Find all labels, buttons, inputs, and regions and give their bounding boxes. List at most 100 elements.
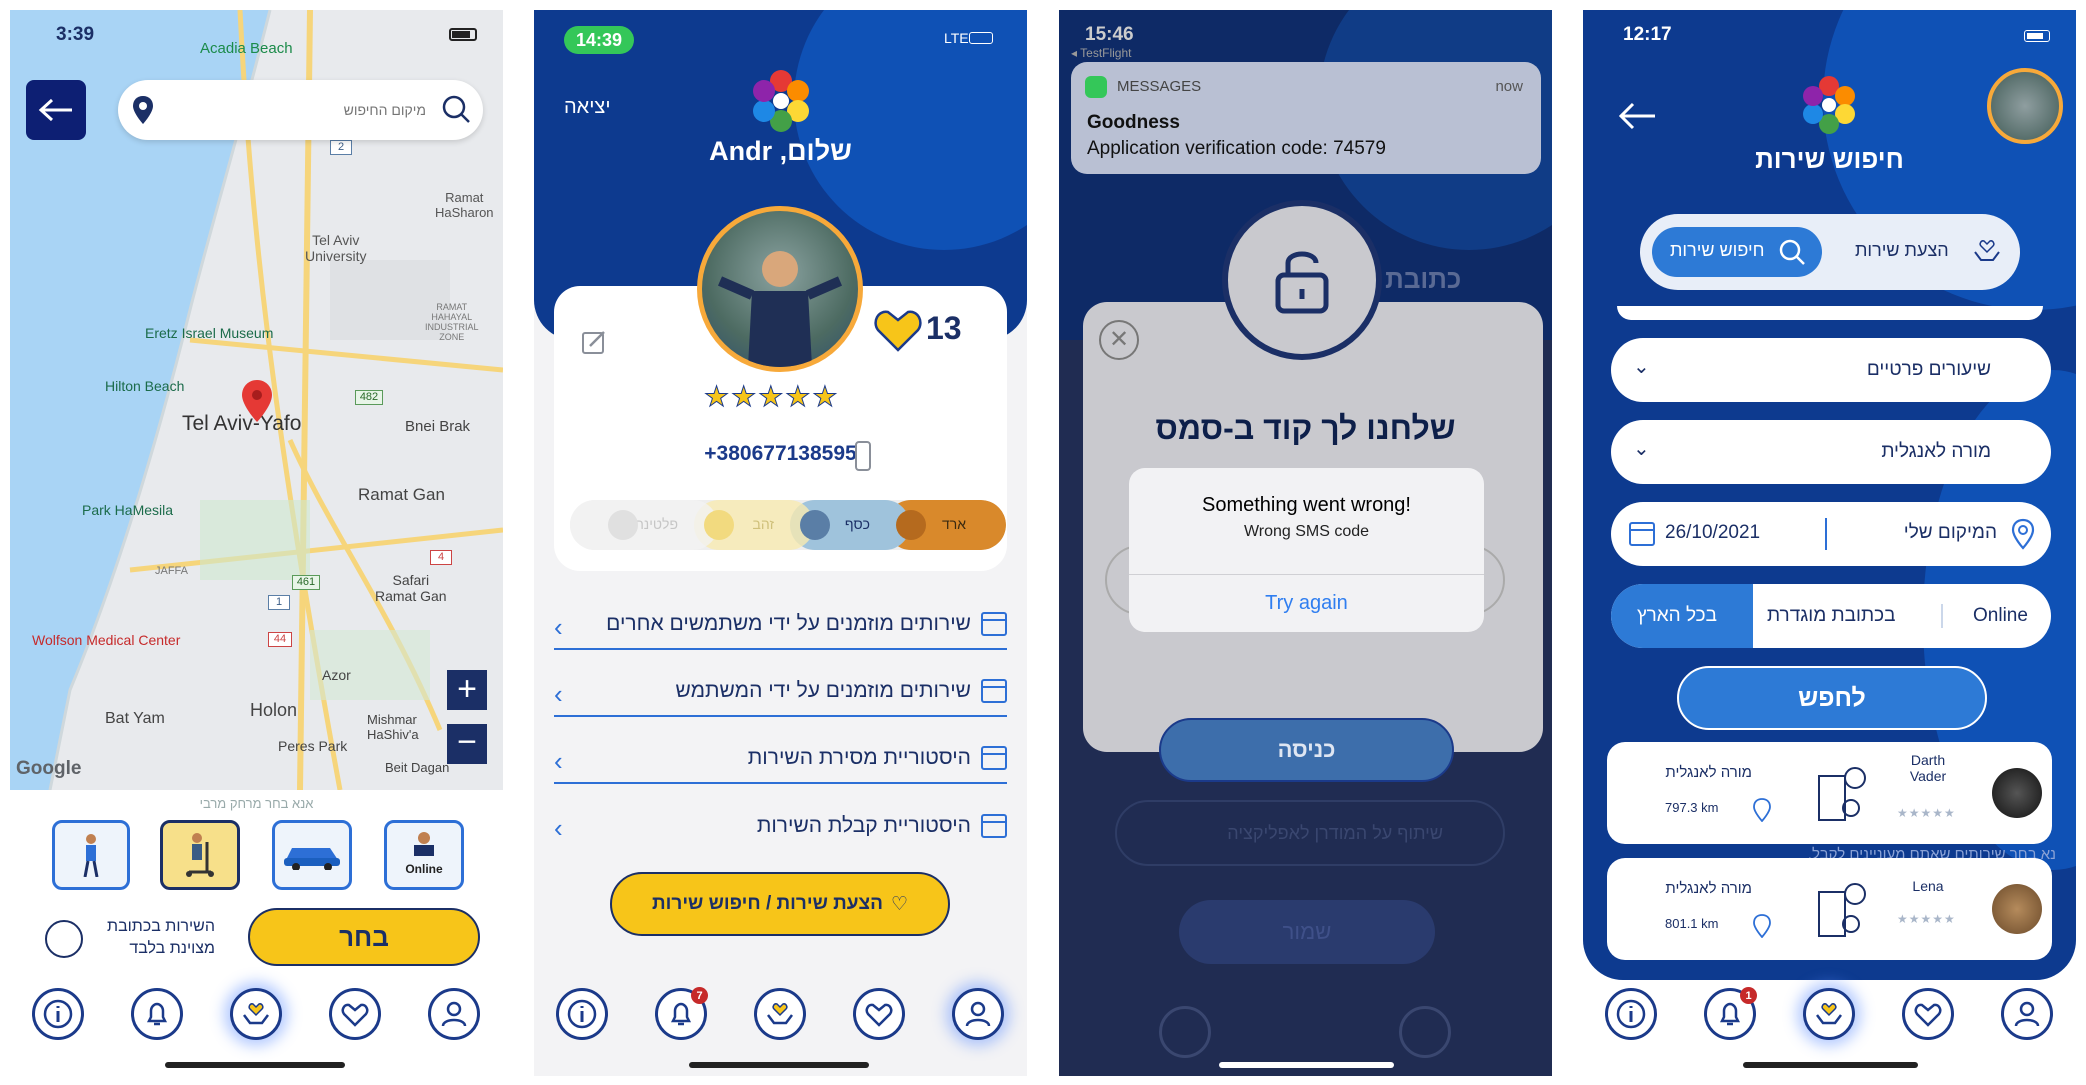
info-icon	[567, 999, 597, 1029]
subcategory-value: מורה לאנגלית	[1881, 441, 1991, 462]
calendar-icon	[981, 814, 1007, 838]
profile-nav-button[interactable]	[2001, 988, 2053, 1040]
map-label-bat-yam: Bat Yam	[105, 710, 165, 727]
search-button[interactable]: לחפש	[1677, 666, 1987, 730]
category-select[interactable]: שיעורים פרטיים ⌄	[1611, 338, 2051, 402]
home-indicator	[1743, 1062, 1918, 1068]
sms-verification-screen: 15:46 ◂ TestFlight כתובת מ ✕ שלחנו לך קו…	[1059, 10, 1552, 1076]
notifications-nav-button[interactable]: 7	[655, 987, 708, 1040]
bottom-nav: 7	[534, 980, 1027, 1050]
faded-info-icon	[1159, 1006, 1211, 1058]
home-indicator	[1219, 1062, 1394, 1068]
avatar[interactable]	[1987, 68, 2063, 144]
notification-time: now	[1495, 78, 1523, 95]
transport-car-button[interactable]	[272, 820, 352, 890]
testflight-back[interactable]: ◂ TestFlight	[1071, 46, 1132, 60]
rating-stars: ★★★★★	[704, 381, 840, 413]
handshake-nav-button[interactable]	[1902, 988, 1954, 1040]
result-card[interactable]: מורה לאנגלית 797.3 km Darth Vader ★★★★★	[1607, 742, 2052, 844]
scope-address-label[interactable]: בכתובת מוגדרת	[1767, 605, 1895, 627]
services-nav-button[interactable]	[230, 988, 282, 1040]
menu-item-label: היסטוריית מסירת השירות	[747, 746, 971, 769]
close-modal-button[interactable]: ✕	[1099, 320, 1139, 360]
handshake-nav-button[interactable]	[329, 988, 381, 1040]
search-service-screen: 12:17 חיפוש שירות חיפוש שירות הצעת שירות…	[1583, 10, 2076, 1076]
notification-app-name: MESSAGES	[1117, 78, 1202, 95]
profile-nav-button[interactable]	[428, 988, 480, 1040]
choose-button[interactable]: בחר	[248, 908, 480, 966]
profile-screen: 14:39 LTE יציאה שלום, Andr 13 ★★★★★ +380…	[534, 10, 1027, 1076]
zoom-out-button[interactable]: −	[447, 724, 487, 764]
heart-hands-icon	[1816, 1003, 1842, 1025]
back-button[interactable]	[26, 80, 86, 140]
result-card[interactable]: מורה לאנגלית 801.1 km Lena ★★★★★	[1607, 858, 2052, 960]
transport-scooter-button[interactable]	[160, 820, 240, 890]
info-nav-button[interactable]	[1605, 988, 1657, 1040]
enter-button[interactable]: כניסה	[1159, 718, 1454, 782]
chevron-right-icon: ›	[554, 612, 563, 642]
logout-link[interactable]: יציאה	[564, 96, 611, 119]
date-field[interactable]: 26/10/2021	[1665, 522, 1760, 544]
map-label-bnei-brak: Bnei Brak	[405, 418, 471, 435]
tab-search-label: חיפוש שירות	[1670, 240, 1765, 260]
menu-item-label: שירותים מוזמנים על ידי המשתמש	[675, 679, 971, 702]
arrow-left-icon	[38, 98, 72, 122]
menu-item-ordered-by-user[interactable]: שירותים מוזמנים על ידי המשתמש ›	[554, 667, 1007, 717]
phone-number: +380677138595	[704, 442, 857, 465]
phone-icon	[855, 441, 871, 471]
profile-nav-button[interactable]	[952, 988, 1004, 1040]
alert-title: Something went wrong!	[1201, 494, 1411, 516]
search-icon	[1779, 239, 1805, 265]
map-label-peres-park: Peres Park	[278, 738, 348, 754]
chevron-right-icon: ›	[554, 746, 563, 776]
road-badge: 1	[268, 595, 290, 610]
battery-icon	[969, 32, 993, 44]
menu-item-receive-history[interactable]: היסטוריית קבלת השירות ›	[554, 801, 1007, 851]
level-silver-label: כסף	[844, 516, 870, 532]
menu-item-ordered-by-others[interactable]: שירותים מוזמנים על ידי משתמשים אחרים ›	[554, 600, 1007, 650]
flower-logo-icon	[1803, 76, 1855, 134]
notifications-nav-button[interactable]	[131, 988, 183, 1040]
services-nav-button[interactable]	[754, 988, 806, 1040]
edit-icon[interactable]	[580, 328, 608, 356]
map-label-beit-dagan: Beit Dagan	[385, 760, 450, 775]
location-field[interactable]: המיקום שלי	[1904, 522, 1997, 544]
faded-handshake-icon	[1399, 1006, 1451, 1058]
message-notification[interactable]: MESSAGES now Goodness Application verifi…	[1071, 62, 1541, 174]
notifications-nav-button[interactable]: 1	[1704, 987, 1757, 1040]
offer-search-service-button[interactable]: ♡ הצעת שירות / חיפוש שירות	[610, 872, 950, 936]
transport-online-button[interactable]: Online	[384, 820, 464, 890]
transport-walk-button[interactable]	[52, 820, 130, 890]
services-nav-button[interactable]	[1803, 988, 1855, 1040]
try-again-button[interactable]: Try again	[1129, 574, 1484, 632]
user-icon	[965, 1001, 991, 1027]
map-label-acadia: Acadia Beach	[200, 40, 293, 57]
laptop-user-icon	[414, 832, 434, 856]
zoom-in-button[interactable]: +	[447, 670, 487, 710]
subcategory-select[interactable]: מורה לאנגלית ⌄	[1611, 420, 2051, 484]
search-bar[interactable]	[118, 80, 483, 140]
map-label-jaffa: JAFFA	[155, 565, 189, 577]
avatar-person-icon	[717, 251, 843, 367]
notification-badge: 1	[1740, 987, 1757, 1004]
info-nav-button[interactable]	[556, 988, 608, 1040]
avatar[interactable]	[697, 206, 863, 372]
search-input[interactable]	[162, 94, 426, 126]
info-nav-button[interactable]	[32, 988, 84, 1040]
search-icon[interactable]	[441, 94, 471, 124]
menu-item-delivery-history[interactable]: היסטוריית מסירת השירות ›	[554, 734, 1007, 784]
result-avatar	[1992, 768, 2042, 818]
map-label-eretz-museum: Eretz Israel Museum	[145, 325, 274, 341]
back-arrow-icon[interactable]	[1617, 102, 1657, 130]
map-label-park-hamesila: Park HaMesila	[82, 502, 174, 518]
handshake-nav-button[interactable]	[853, 988, 905, 1040]
result-avatar	[1992, 884, 2042, 934]
location-marker-icon[interactable]	[242, 380, 272, 422]
handshake-heart-icon	[865, 1003, 893, 1027]
tab-offer-label[interactable]: הצעת שירות	[1855, 240, 1949, 261]
scope-online-label[interactable]: Online	[1973, 605, 2028, 627]
result-service: מורה לאנגלית	[1665, 880, 1752, 897]
car-icon	[284, 848, 340, 870]
address-only-checkbox[interactable]	[45, 920, 83, 958]
bell-icon	[146, 1002, 168, 1026]
